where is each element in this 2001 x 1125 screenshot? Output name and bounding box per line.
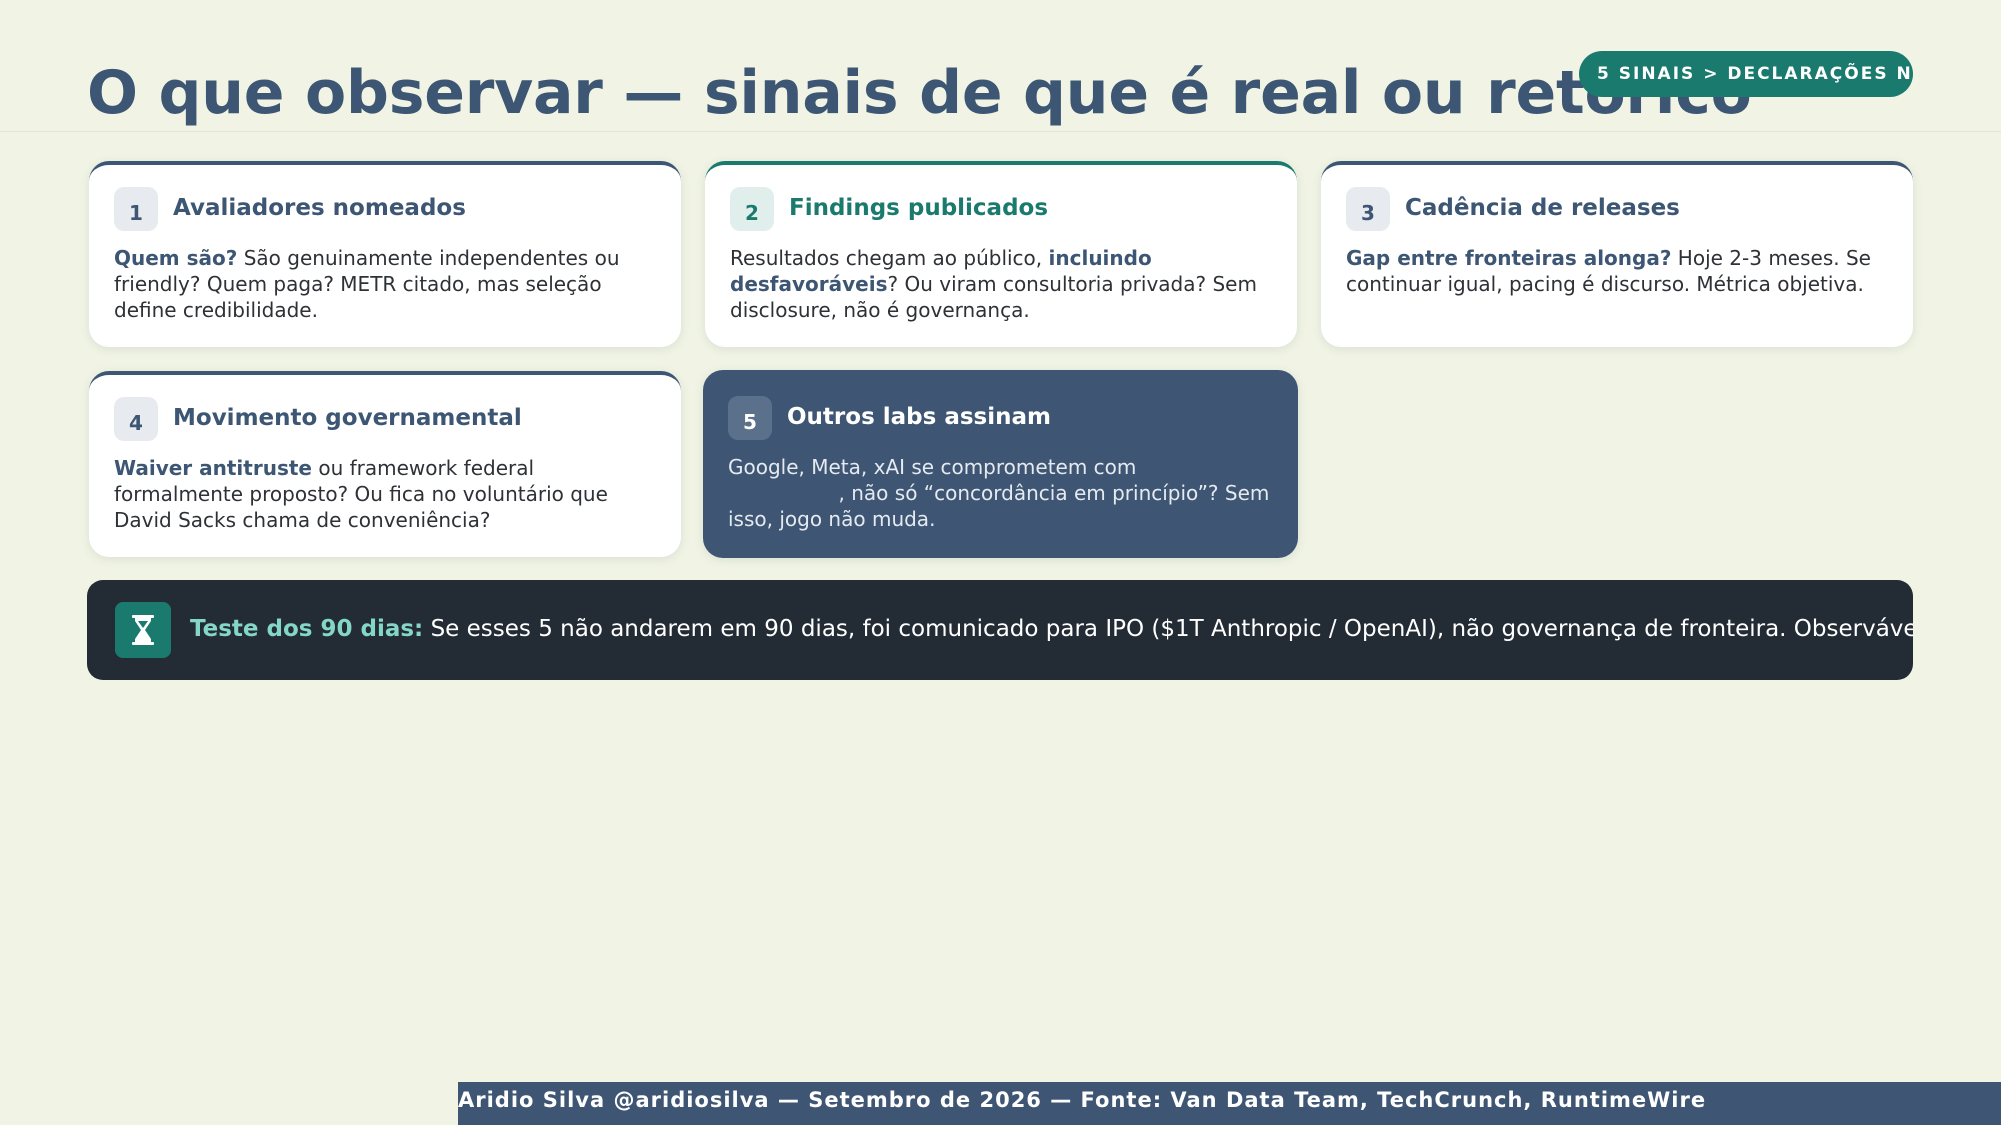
card-body-emphasis: Gap entre fronteiras alonga? <box>1346 246 1672 270</box>
signal-card-3: 3 Cadência de releases Gap entre frontei… <box>1321 161 1913 347</box>
card-body-lead: Google, Meta, xAI se comprometem com <box>728 455 1143 479</box>
signal-card-2: 2 Findings publicados Resultados chegam … <box>705 161 1297 347</box>
page-title: O que observar — sinais de que é real ou… <box>87 58 1752 128</box>
card-title: Cadência de releases <box>1405 195 1680 221</box>
hourglass-icon <box>115 602 171 658</box>
signal-card-5: 5 Outros labs assinam Google, Meta, xAI … <box>703 370 1298 558</box>
banner-body: Se esses 5 não andarem em 90 dias, foi c… <box>423 616 1913 642</box>
signals-pill: 5 SINAIS > DECLARAÇÕES NO A <box>1579 51 1913 97</box>
card-number-badge: 5 <box>728 396 772 440</box>
card-number-badge: 3 <box>1346 187 1390 231</box>
card-body: Waiver antitruste ou framework federal f… <box>114 455 659 533</box>
banner-lead: Teste dos 90 dias: <box>190 616 424 642</box>
card-body: Quem são? São genuinamente independentes… <box>114 245 659 323</box>
card-title: Avaliadores nomeados <box>173 195 466 221</box>
card-body: Resultados chegam ao público, incluindo … <box>730 245 1275 323</box>
card-title: Outros labs assinam <box>787 404 1051 430</box>
signal-card-4: 4 Movimento governamental Waiver antitru… <box>89 371 681 557</box>
card-body-emphasis: Waiver antitruste <box>114 456 312 480</box>
card-body-emphasis: Quem são? <box>114 246 238 270</box>
signal-card-1: 1 Avaliadores nomeados Quem são? São gen… <box>89 161 681 347</box>
card-number-badge: 1 <box>114 187 158 231</box>
card-title: Movimento governamental <box>173 405 522 431</box>
card-body: Google, Meta, xAI se comprometem com ter… <box>728 454 1273 532</box>
footer-credits: Aridio Silva @aridiosilva — Setembro de … <box>458 1082 2001 1125</box>
card-body: Gap entre fronteiras alonga? Hoje 2-3 me… <box>1346 245 1891 297</box>
ninety-day-test-banner: Teste dos 90 dias: Se esses 5 não andare… <box>87 580 1913 680</box>
banner-text: Teste dos 90 dias: Se esses 5 não andare… <box>190 616 1913 642</box>
card-body-lead: Resultados chegam ao público, <box>730 246 1049 270</box>
card-number-badge: 4 <box>114 397 158 441</box>
card-number-badge: 2 <box>730 187 774 231</box>
header-divider <box>0 131 2001 132</box>
card-title: Findings publicados <box>789 195 1049 221</box>
